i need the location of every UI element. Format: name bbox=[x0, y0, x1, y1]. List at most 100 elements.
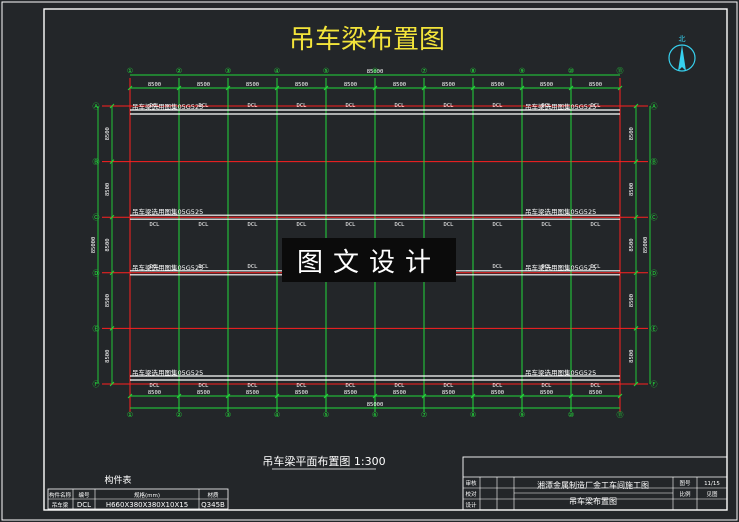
dimension-span-text: 8500 bbox=[629, 294, 635, 307]
dimension-bay-text: 8500 bbox=[197, 82, 210, 88]
beam-tag-label: DCL bbox=[395, 103, 406, 109]
column-axis-label: ③ bbox=[225, 67, 231, 75]
column-axis-label: ② bbox=[176, 411, 182, 419]
title-block-sheet-name: 吊车梁布置图 bbox=[569, 496, 617, 506]
dimension-total-width: 85000 bbox=[643, 237, 649, 254]
column-axis-label: ⑨ bbox=[519, 67, 525, 75]
beam-atlas-reference: 吊车梁选用图集05G525 bbox=[525, 263, 596, 272]
row-axis-label: Ⓐ bbox=[651, 103, 658, 111]
column-axis-label: ⑦ bbox=[421, 67, 427, 75]
beam-tag-label: DCL bbox=[444, 383, 455, 389]
table-header-spec: 规格(mm) bbox=[134, 491, 160, 499]
title-block-label-scale: 比例 bbox=[679, 490, 691, 498]
watermark-banner: 图文设计 bbox=[282, 238, 456, 282]
title-block-label-drawing-no: 图号 bbox=[679, 479, 691, 487]
dimension-bay-text: 8500 bbox=[589, 82, 602, 88]
member-table-title: 构件表 bbox=[104, 474, 131, 486]
column-axis-label: ⑧ bbox=[470, 67, 476, 75]
row-axis-label: Ⓑ bbox=[651, 158, 658, 166]
row-axis-label: Ⓕ bbox=[651, 381, 658, 389]
dimension-bay-text: 8500 bbox=[148, 82, 161, 88]
beam-tag-label: DCL bbox=[248, 264, 259, 270]
title-block-label-design: 设计 bbox=[465, 501, 477, 509]
beam-tag-label: DCL bbox=[493, 222, 504, 228]
dimension-bay-text: 8500 bbox=[295, 82, 308, 88]
row-axis-label: Ⓐ bbox=[93, 103, 100, 111]
column-axis-label: ⑤ bbox=[323, 67, 329, 75]
dimension-bay-text: 8500 bbox=[393, 82, 406, 88]
beam-tag-label: DCL bbox=[493, 103, 504, 109]
column-axis-label: ⑩ bbox=[568, 411, 574, 419]
row-axis-label: Ⓔ bbox=[93, 325, 100, 333]
column-axis-label: ⑤ bbox=[323, 411, 329, 419]
dimension-span-text: 8500 bbox=[105, 183, 111, 196]
dimension-bay-text: 8500 bbox=[246, 390, 259, 396]
beam-tag-label: DCL bbox=[542, 222, 553, 228]
dimension-span-text: 8500 bbox=[629, 183, 635, 196]
column-axis-label: ④ bbox=[274, 67, 280, 75]
dimension-bay-text: 8500 bbox=[540, 82, 553, 88]
drawing-title: 吊车梁布置图 bbox=[289, 25, 445, 55]
beam-tag-label: DCL bbox=[248, 383, 259, 389]
table-cell-material: Q345B bbox=[201, 501, 225, 509]
table-cell-spec: H660X380X380X10X15 bbox=[106, 501, 188, 509]
column-axis-label: ② bbox=[176, 67, 182, 75]
beam-tag-label: DCL bbox=[346, 103, 357, 109]
beam-tag-label: DCL bbox=[346, 222, 357, 228]
row-axis-label: Ⓓ bbox=[651, 269, 658, 277]
title-block-project: 湘潭金属制造厂金工车间施工图 bbox=[537, 480, 649, 490]
row-axis-label: Ⓒ bbox=[651, 214, 658, 222]
dimension-bay-text: 8500 bbox=[491, 82, 504, 88]
column-axis-label: ⑥ bbox=[372, 411, 378, 419]
dimension-bay-text: 8500 bbox=[393, 390, 406, 396]
plan-caption: 吊车梁平面布置图 1:300 bbox=[262, 454, 385, 468]
beam-tag-label: DCL bbox=[591, 222, 602, 228]
dimension-bay-text: 8500 bbox=[295, 390, 308, 396]
dimension-total-length: 85000 bbox=[367, 402, 384, 408]
dimension-bay-text: 8500 bbox=[148, 390, 161, 396]
beam-tag-label: DCL bbox=[248, 222, 259, 228]
column-axis-label: ④ bbox=[274, 411, 280, 419]
dimension-bay-text: 8500 bbox=[344, 390, 357, 396]
column-axis-label: ⑦ bbox=[421, 411, 427, 419]
row-axis-label: Ⓒ bbox=[93, 214, 100, 222]
column-axis-label: ① bbox=[127, 67, 133, 75]
dimension-bay-text: 8500 bbox=[442, 390, 455, 396]
row-axis-label: Ⓕ bbox=[93, 381, 100, 389]
column-axis-label: ③ bbox=[225, 411, 231, 419]
beam-tag-label: DCL bbox=[150, 222, 161, 228]
beam-atlas-reference: 吊车梁选用图集05G525 bbox=[132, 368, 203, 377]
column-axis-label: ⑪ bbox=[617, 67, 624, 75]
beam-tag-label: DCL bbox=[444, 222, 455, 228]
row-axis-label: Ⓑ bbox=[93, 158, 100, 166]
table-header-code: 编号 bbox=[78, 491, 90, 499]
dimension-span-text: 8500 bbox=[629, 127, 635, 140]
beam-tag-label: DCL bbox=[346, 383, 357, 389]
beam-tag-label: DCL bbox=[150, 383, 161, 389]
dimension-total-width: 85000 bbox=[91, 237, 97, 254]
table-header-name: 构件名称 bbox=[49, 491, 72, 499]
beam-tag-label: DCL bbox=[591, 383, 602, 389]
column-axis-label: ① bbox=[127, 411, 133, 419]
column-axis-label: ⑨ bbox=[519, 411, 525, 419]
row-axis-label: Ⓔ bbox=[651, 325, 658, 333]
dimension-bay-text: 8500 bbox=[246, 82, 259, 88]
column-axis-label: ⑥ bbox=[372, 67, 378, 75]
beam-tag-label: DCL bbox=[297, 222, 308, 228]
north-label: 北 bbox=[679, 35, 686, 43]
table-cell-code: DCL bbox=[77, 501, 91, 509]
dimension-bay-text: 8500 bbox=[491, 390, 504, 396]
dimension-span-text: 8500 bbox=[629, 350, 635, 363]
column-axis-label: ⑪ bbox=[617, 411, 624, 419]
row-axis-label: Ⓓ bbox=[93, 269, 100, 277]
column-axis-label: ⑩ bbox=[568, 67, 574, 75]
dimension-span-text: 8500 bbox=[105, 350, 111, 363]
dimension-bay-text: 8500 bbox=[197, 390, 210, 396]
dimension-span-text: 8500 bbox=[105, 127, 111, 140]
dimension-bay-text: 8500 bbox=[442, 82, 455, 88]
beam-tag-label: DCL bbox=[395, 222, 406, 228]
dimension-bay-text: 8500 bbox=[344, 82, 357, 88]
beam-tag-label: DCL bbox=[248, 103, 259, 109]
beam-atlas-reference: 吊车梁选用图集05G525 bbox=[132, 102, 203, 111]
beam-tag-label: DCL bbox=[444, 103, 455, 109]
